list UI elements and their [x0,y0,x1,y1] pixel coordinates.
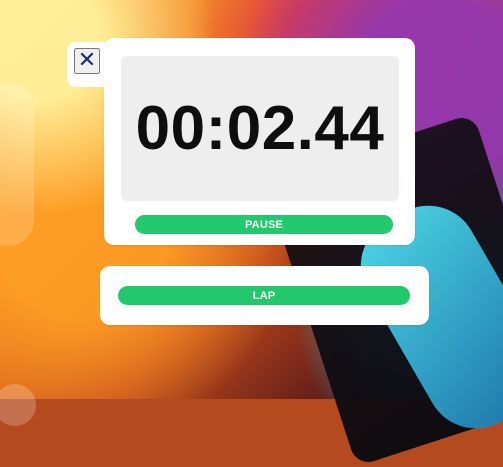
left-decorative-shape [0,84,34,246]
pause-button[interactable]: PAUSE [135,215,393,234]
time-display: 00:02.44 [135,93,385,163]
bottom-left-decorative-shape [0,384,36,426]
lap-button[interactable]: LAP [118,286,410,305]
close-icon[interactable]: ✕ [74,48,100,74]
time-panel: 00:02.44 [121,56,399,201]
